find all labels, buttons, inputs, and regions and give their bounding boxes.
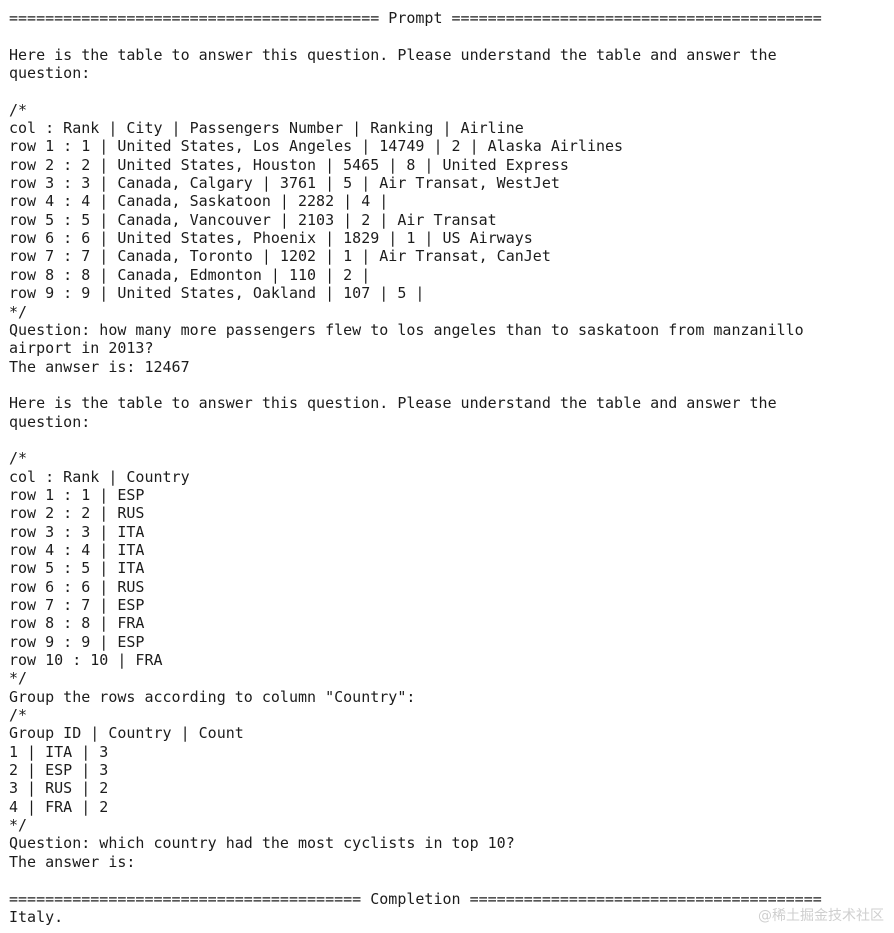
- table-row: row 3 : 3 | Canada, Calgary | 3761 | 5 |…: [9, 174, 560, 193]
- example-two-col-header: col : Rank | Country: [9, 467, 190, 486]
- example-two-group-comment-open: /*: [9, 706, 28, 725]
- table-row: row 8 : 8 | Canada, Edmonton | 110 | 2 |: [9, 265, 371, 284]
- table-row: row 10 : 10 | FRA: [9, 651, 163, 670]
- table-row: row 5 : 5 | ITA: [9, 559, 145, 578]
- prompt-separator: ========================================…: [9, 9, 822, 27]
- table-row: row 7 : 7 | Canada, Toronto | 1202 | 1 |…: [9, 247, 551, 266]
- example-one-col-header: col : Rank | City | Passengers Number | …: [9, 119, 524, 138]
- table-row: row 4 : 4 | ITA: [9, 540, 145, 559]
- example-one-instruction-line-1: Here is the table to answer this questio…: [9, 45, 777, 64]
- example-one-question-line-2: airport in 2013?: [9, 339, 154, 358]
- example-two-answer-prefix: The answer is:: [9, 852, 136, 871]
- table-row: row 2 : 2 | United States, Houston | 546…: [9, 155, 569, 174]
- example-two-comment-open: /*: [9, 449, 28, 468]
- table-row: row 6 : 6 | United States, Phoenix | 182…: [9, 229, 533, 248]
- example-two-instruction-line-1: Here is the table to answer this questio…: [9, 394, 777, 413]
- group-row: 2 | ESP | 3: [9, 761, 109, 780]
- table-row: row 4 : 4 | Canada, Saskatoon | 2282 | 4…: [9, 192, 389, 211]
- example-one-instruction-line-2: question:: [9, 64, 91, 83]
- group-row: 4 | FRA | 2: [9, 797, 109, 816]
- example-two-group-instruction: Group the rows according to column "Coun…: [9, 687, 416, 706]
- group-row: 3 | RUS | 2: [9, 779, 109, 798]
- example-two-group-header: Group ID | Country | Count: [9, 724, 244, 743]
- example-one-comment-close: */: [9, 302, 28, 321]
- table-row: row 9 : 9 | United States, Oakland | 107…: [9, 284, 425, 303]
- example-two-comment-close: */: [9, 669, 28, 688]
- example-two-group-comment-close: */: [9, 816, 28, 835]
- example-one-answer: The anwser is: 12467: [9, 357, 190, 376]
- table-row: row 6 : 6 | RUS: [9, 577, 145, 596]
- example-two-question: Question: which country had the most cyc…: [9, 834, 515, 853]
- example-one-question-line-1: Question: how many more passengers flew …: [9, 320, 804, 339]
- table-row: row 1 : 1 | ESP: [9, 485, 145, 504]
- group-row: 1 | ITA | 3: [9, 742, 109, 761]
- table-row: row 7 : 7 | ESP: [9, 596, 145, 614]
- table-row: row 9 : 9 | ESP: [9, 632, 145, 651]
- site-watermark: @稀土掘金技术社区: [758, 908, 884, 924]
- table-row: row 2 : 2 | RUS: [9, 504, 145, 523]
- table-row: row 1 : 1 | United States, Los Angeles |…: [9, 137, 624, 156]
- completion-separator: ======================================= …: [9, 889, 822, 908]
- table-row: row 8 : 8 | FRA: [9, 614, 145, 633]
- table-row: row 5 : 5 | Canada, Vancouver | 2103 | 2…: [9, 210, 497, 229]
- example-one-comment-open: /*: [9, 100, 28, 119]
- example-two-instruction-line-2: question:: [9, 412, 91, 431]
- table-row: row 3 : 3 | ITA: [9, 522, 145, 541]
- transcript-body: ========================================…: [0, 0, 894, 926]
